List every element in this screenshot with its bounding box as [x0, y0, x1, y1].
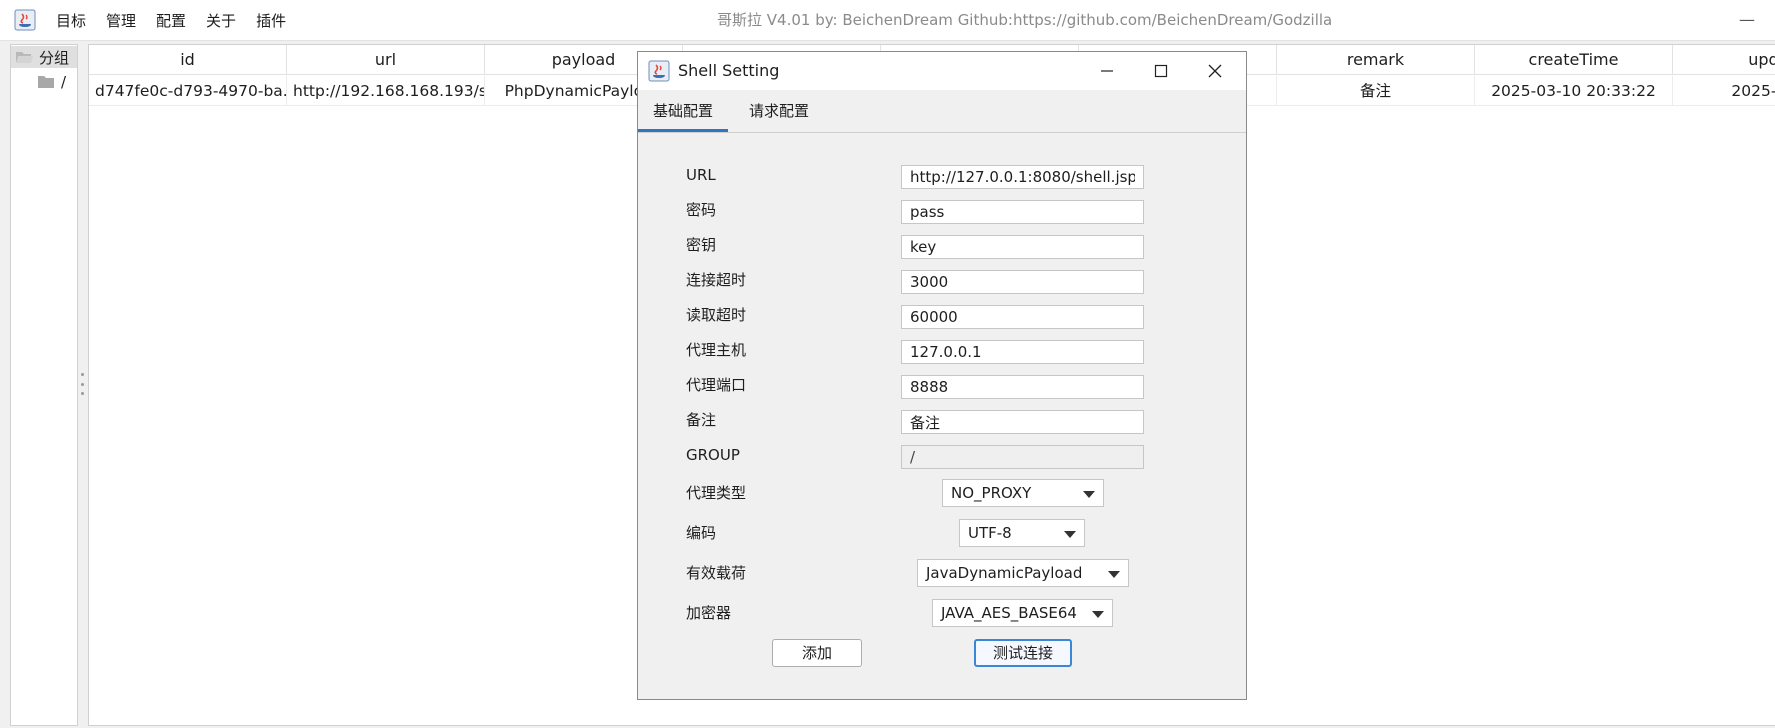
encoding-label: 编码 [686, 524, 717, 542]
menu-target[interactable]: 目标 [46, 10, 96, 31]
menu-manage[interactable]: 管理 [96, 10, 146, 31]
menu-about[interactable]: 关于 [196, 10, 246, 31]
column-header-remark[interactable]: remark [1277, 45, 1475, 75]
tree-root-group[interactable]: 分组 [11, 46, 77, 68]
proxy-port-label: 代理端口 [686, 376, 747, 394]
connect-timeout-label: 连接超时 [686, 271, 747, 289]
java-app-icon [648, 60, 670, 82]
proxy-host-input[interactable] [901, 340, 1144, 364]
password-input[interactable] [901, 200, 1144, 224]
dialog-title: Shell Setting [678, 61, 780, 80]
splitter-handle[interactable] [80, 373, 84, 395]
minimize-button[interactable] [1084, 52, 1130, 90]
menu-plugins[interactable]: 插件 [246, 10, 296, 31]
proxy-port-input[interactable] [901, 375, 1144, 399]
maximize-icon [1154, 64, 1168, 78]
menu-bar: 目标 管理 配置 关于 插件 [46, 0, 296, 40]
group-label: GROUP [686, 446, 740, 464]
shell-setting-dialog: Shell Setting 基础配置 请求配置 URL 密码 密钥 连接超时 读… [637, 51, 1247, 700]
column-header-createtime[interactable]: createTime [1475, 45, 1673, 75]
dialog-tabs: 基础配置 请求配置 [638, 90, 1246, 133]
proxy-type-label: 代理类型 [686, 484, 747, 502]
chevron-down-icon [1092, 611, 1104, 618]
close-button[interactable] [1192, 52, 1238, 90]
proxy-type-select[interactable]: NO_PROXY [942, 479, 1104, 507]
tab-request-config[interactable]: 请求配置 [736, 90, 822, 132]
cell-createtime[interactable]: 2025-03-10 20:33:22 [1475, 76, 1673, 106]
menu-config[interactable]: 配置 [146, 10, 196, 31]
tab-basic-config[interactable]: 基础配置 [638, 90, 728, 132]
read-timeout-label: 读取超时 [686, 306, 747, 324]
url-label: URL [686, 166, 716, 184]
chevron-down-icon [1064, 531, 1076, 538]
column-header-url[interactable]: url [287, 45, 485, 75]
chevron-down-icon [1108, 571, 1120, 578]
tree-item-label: / [61, 73, 67, 91]
cell-updatetime[interactable]: 2025-03-1 [1673, 76, 1775, 106]
encoding-select[interactable]: UTF-8 [959, 519, 1085, 547]
payload-select[interactable]: JavaDynamicPayload [917, 559, 1129, 587]
payload-value: JavaDynamicPayload [926, 564, 1083, 582]
window-titlebar: 目标 管理 配置 关于 插件 哥斯拉 V4.01 by: BeichenDrea… [0, 0, 1775, 41]
minimize-icon[interactable]: — [1737, 10, 1757, 30]
tree-root-label: 分组 [39, 48, 70, 67]
java-app-icon [14, 9, 36, 31]
encoding-value: UTF-8 [968, 524, 1012, 542]
tree-item-root-path[interactable]: / [37, 71, 66, 93]
cell-id[interactable]: d747fe0c-d793-4970-ba... [89, 76, 287, 106]
remark-input[interactable] [901, 410, 1144, 434]
window-title: 哥斯拉 V4.01 by: BeichenDream Github:https:… [717, 11, 1333, 29]
remark-label: 备注 [686, 411, 717, 429]
cell-url[interactable]: http://192.168.168.193/s... [287, 76, 485, 106]
open-folder-icon [16, 52, 33, 63]
cryption-value: JAVA_AES_BASE64 [941, 604, 1077, 622]
maximize-button[interactable] [1138, 52, 1184, 90]
column-header-id[interactable]: id [89, 45, 287, 75]
group-tree: 分组 / [10, 44, 78, 726]
close-icon [1208, 64, 1222, 78]
column-header-updatetime[interactable]: updat [1673, 45, 1775, 75]
proxy-type-value: NO_PROXY [951, 484, 1032, 502]
cryption-label: 加密器 [686, 604, 732, 622]
chevron-down-icon [1083, 491, 1095, 498]
key-label: 密钥 [686, 236, 717, 254]
minimize-icon [1101, 70, 1113, 72]
proxy-host-label: 代理主机 [686, 341, 747, 359]
read-timeout-input[interactable] [901, 305, 1144, 329]
payload-label: 有效载荷 [686, 564, 747, 582]
folder-icon [38, 76, 54, 88]
url-input[interactable] [901, 165, 1144, 189]
group-input [901, 445, 1144, 469]
cell-remark[interactable]: 备注 [1277, 76, 1475, 106]
password-label: 密码 [686, 201, 717, 219]
test-connection-button[interactable]: 测试连接 [974, 639, 1072, 667]
add-button[interactable]: 添加 [772, 639, 862, 667]
key-input[interactable] [901, 235, 1144, 259]
connect-timeout-input[interactable] [901, 270, 1144, 294]
dialog-titlebar[interactable]: Shell Setting [638, 52, 1246, 90]
cryption-select[interactable]: JAVA_AES_BASE64 [932, 599, 1113, 627]
